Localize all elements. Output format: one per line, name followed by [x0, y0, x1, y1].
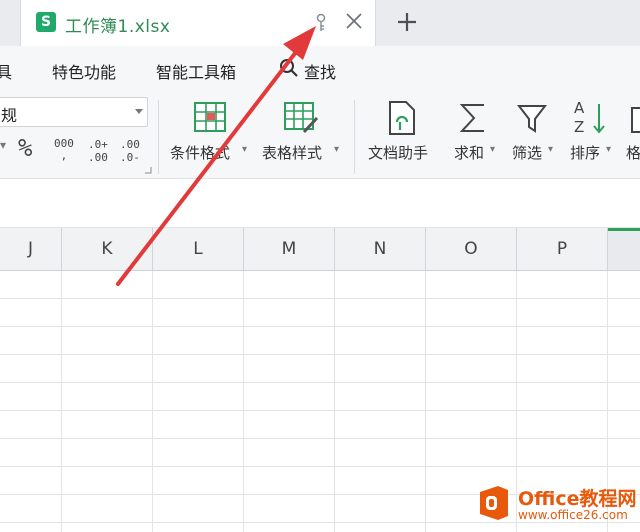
column-header-row: J K L M N O P	[0, 228, 640, 271]
grid-line	[0, 382, 640, 383]
chevron-down-icon: ▾	[242, 144, 248, 155]
doc-assistant-label: 文档助手	[368, 144, 429, 162]
column-header-p[interactable]: P	[517, 228, 608, 270]
column-header-n[interactable]: N	[335, 228, 426, 270]
grid-line	[334, 271, 335, 532]
dialog-launcher-icon[interactable]	[144, 166, 152, 174]
watermark-url: www.office26.com	[518, 508, 628, 522]
grid-line	[152, 271, 153, 532]
key-icon[interactable]	[314, 13, 328, 33]
inc-decimal-bottom: .00	[88, 151, 108, 164]
sort-icon: A Z	[574, 99, 605, 136]
filter-icon	[516, 105, 548, 133]
menu-item-search[interactable]: 查找	[304, 59, 336, 83]
close-icon[interactable]	[343, 10, 365, 32]
chevron-down-icon: ▾	[548, 144, 554, 155]
column-header-j[interactable]: J	[0, 228, 62, 270]
column-header-l[interactable]: L	[153, 228, 244, 270]
format-button[interactable]: 格	[624, 98, 640, 174]
office-logo-icon	[480, 486, 508, 520]
grid-line	[0, 410, 640, 411]
table-style-label: 表格样式	[262, 144, 323, 162]
filter-button[interactable]: 筛选 ▾	[508, 98, 564, 174]
grid-line	[0, 354, 640, 355]
dec-decimal-top: .00	[120, 138, 140, 151]
column-header-q[interactable]	[608, 228, 640, 270]
grid-line	[0, 298, 640, 299]
conditional-format-icon	[194, 102, 226, 132]
increase-decimal-button[interactable]: .0+ .00	[88, 138, 108, 164]
column-header-m[interactable]: M	[244, 228, 335, 270]
formula-bar-area[interactable]	[0, 179, 640, 228]
sort-button[interactable]: A Z 排序 ▾	[566, 98, 622, 174]
number-format-value: 规	[1, 106, 18, 125]
thousands-button[interactable]: 000 ,	[54, 138, 74, 162]
spreadsheet-logo-icon: S	[36, 12, 56, 32]
percent-button[interactable]: %	[18, 134, 32, 162]
filter-label: 筛选	[512, 144, 543, 162]
ribbon-separator	[158, 100, 159, 174]
grid-line	[0, 326, 640, 327]
doc-assistant-icon	[389, 101, 415, 135]
grid-line	[0, 438, 640, 439]
svg-text:Z: Z	[574, 118, 584, 136]
format-label: 格	[626, 144, 640, 162]
menu-item-features[interactable]: 特色功能	[52, 59, 116, 83]
grid-line	[0, 466, 640, 467]
table-style-button[interactable]: 表格样式 ▾	[260, 98, 346, 174]
grid-line	[243, 271, 244, 532]
sum-button[interactable]: 求和 ▾	[450, 98, 506, 174]
conditional-format-button[interactable]: 条件格式 ▾	[168, 98, 254, 174]
table-style-icon	[284, 102, 319, 134]
ribbon-menu: 具 特色功能 智能工具箱 查找	[0, 46, 640, 92]
search-icon[interactable]	[279, 58, 299, 78]
chevron-down-icon: ▾	[490, 144, 496, 155]
document-tab[interactable]: S 工作簿1.xlsx	[20, 0, 376, 46]
document-tab-title: 工作簿1.xlsx	[65, 17, 171, 37]
menu-item-toolbox[interactable]: 智能工具箱	[156, 59, 236, 83]
svg-text:A: A	[574, 99, 585, 117]
inc-decimal-top: .0+	[88, 138, 108, 151]
sum-label: 求和	[454, 144, 485, 162]
dec-decimal-bottom: .0-	[120, 151, 140, 164]
menu-item-tools[interactable]: 具	[0, 59, 12, 83]
grid-line	[61, 271, 62, 532]
tab-bar: S 工作簿1.xlsx	[0, 0, 640, 46]
watermark-title: Office教程网	[518, 488, 637, 510]
doc-assistant-button[interactable]: 文档助手	[364, 98, 440, 174]
decrease-decimal-button[interactable]: .00 .0-	[120, 138, 140, 164]
plus-icon[interactable]	[394, 9, 420, 35]
grid-line	[425, 271, 426, 532]
chevron-down-icon	[135, 109, 143, 114]
conditional-format-label: 条件格式	[170, 144, 231, 162]
format-icon	[631, 107, 640, 133]
column-header-k[interactable]: K	[62, 228, 153, 270]
chevron-down-icon: ▾	[334, 144, 340, 155]
number-format-select[interactable]: 规	[0, 97, 148, 127]
watermark: Office教程网 www.office26.com	[470, 480, 640, 526]
caret-small-icon[interactable]: ▾	[0, 138, 6, 152]
sigma-icon	[459, 104, 484, 132]
column-header-o[interactable]: O	[426, 228, 517, 270]
chevron-down-icon: ▾	[606, 144, 612, 155]
ribbon-separator	[354, 100, 355, 174]
sort-label: 排序	[570, 144, 601, 162]
comma-glyph: ,	[60, 149, 68, 162]
